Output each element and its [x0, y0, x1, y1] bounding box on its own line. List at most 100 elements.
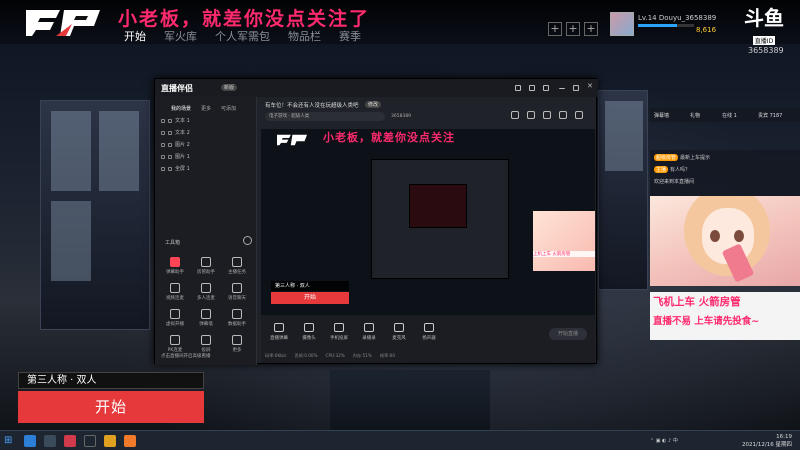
settings-icon[interactable]	[515, 85, 521, 91]
control-microphone[interactable]: 麦克风	[385, 323, 413, 341]
app-icon-red[interactable]	[64, 435, 76, 447]
link-icon[interactable]	[575, 111, 583, 119]
app-version-badge[interactable]: 新版	[221, 84, 238, 91]
game-background: 小老板，就差你没点关注了 开始 军火库 个人军需包 物品栏 赛季 + + + L…	[0, 0, 800, 430]
start-live-button[interactable]: 开始直播	[549, 328, 587, 340]
nav-season[interactable]: 赛季	[339, 28, 361, 44]
clock-date: 2021/12/16 星期四	[742, 442, 792, 448]
nav-inventory[interactable]: 物品栏	[288, 28, 321, 44]
edge-icon[interactable]	[24, 435, 36, 447]
nav-start[interactable]: 开始	[124, 28, 146, 44]
tab-danmu[interactable]: 弹幕墙	[654, 112, 669, 119]
preview-start-button: 开始	[271, 292, 349, 304]
scene-item[interactable]: 图片 2	[161, 141, 190, 148]
share-icon[interactable]	[527, 111, 535, 119]
coin-count: 8,616	[696, 26, 717, 34]
clock-time: 16:19	[776, 434, 792, 440]
maximize-icon[interactable]	[573, 85, 579, 91]
game-icon[interactable]	[84, 435, 96, 447]
preview-anime-text: 上机上车 火箭房管	[533, 251, 595, 257]
avatar	[610, 12, 634, 36]
tool-cast[interactable]: 投屏	[194, 335, 218, 353]
scene-item[interactable]: 图片 1	[161, 153, 190, 160]
tool-anchor-task[interactable]: 主播任务	[225, 257, 249, 275]
tab-gift[interactable]: 礼物	[690, 112, 700, 119]
tool-multi-link[interactable]: 多人连麦	[194, 283, 218, 301]
scene-panel: 我的场景 更多 可添加 文本 1 文本 2 图片 2 图片 1 全屏 1 工具箱…	[155, 97, 257, 365]
hud-add-button-2[interactable]: +	[566, 22, 580, 36]
level-progress	[638, 24, 694, 27]
tool-data-helper[interactable]: 数据助手	[225, 309, 249, 327]
taskbar: ⊞ ⌃ ▣ ◐ ♪ 中 16:19 2021/12/16 星期四	[0, 430, 800, 450]
tab-online[interactable]: 在线 1	[722, 112, 737, 119]
hud-add-button-3[interactable]: +	[584, 22, 598, 36]
app-titlebar: 直播伴侣 新版 ✕	[155, 79, 598, 97]
tab-vip[interactable]: 贵宾 7187	[758, 112, 782, 119]
control-danmu[interactable]: 直播弹幕	[265, 323, 293, 341]
scene-item[interactable]: 文本 1	[161, 117, 190, 124]
control-speaker[interactable]: 扬声器	[415, 323, 443, 341]
tool-more[interactable]: 更多	[225, 335, 249, 353]
clock[interactable]: 16:19 2021/12/16 星期四	[730, 433, 792, 449]
lock-icon[interactable]	[511, 111, 519, 119]
file-icon[interactable]	[44, 435, 56, 447]
preview-mode-label: 第三人称 · 双人	[271, 281, 349, 291]
control-camera[interactable]: 摄像头	[295, 323, 323, 341]
preview-nested-window-2	[409, 184, 467, 228]
room-category[interactable]: 电子游戏 · 超级人类	[265, 112, 385, 121]
tab-addable[interactable]: 可添加	[221, 105, 236, 112]
nav-armory[interactable]: 军火库	[164, 28, 197, 44]
scene-item[interactable]: 文本 2	[161, 129, 190, 136]
game-nav: 开始 军火库 个人军需包 物品栏 赛季	[124, 28, 379, 44]
tool-voice-chat[interactable]: 语音聊天	[225, 283, 249, 301]
tool-virtual-live[interactable]: 虚拟开播	[163, 309, 187, 327]
top-hud: 小老板，就差你没点关注了 开始 军火库 个人军需包 物品栏 赛季 + + + L…	[0, 0, 800, 45]
stat-fps: 帧率:60	[379, 353, 395, 358]
minimize-icon[interactable]	[559, 85, 565, 89]
stat-bitrate: 码率:0Kb/s	[265, 353, 287, 358]
player-profile[interactable]: Lv.14 Douyu_3658389 8,616	[610, 12, 724, 42]
app-icon-yellow[interactable]	[104, 435, 116, 447]
camera-icon[interactable]	[543, 111, 551, 119]
game-mode-label[interactable]: 第三人称 · 双人	[18, 372, 204, 389]
control-phone-cast[interactable]: 手机投屏	[325, 323, 353, 341]
chat-message: 超级房管 最新上车提示	[654, 154, 711, 161]
game-start-button[interactable]: 开始	[18, 391, 204, 423]
tool-video-link[interactable]: 视频连麦	[163, 283, 187, 301]
tool-danmu-helper[interactable]: 弹幕助手	[163, 257, 187, 275]
stat-drop: 丢帧:0.00%	[294, 353, 318, 358]
anime-girl-image	[650, 196, 800, 286]
scene-item[interactable]: 全屏 1	[161, 165, 190, 172]
menu-icon[interactable]	[543, 85, 549, 91]
tool-danmu-wall[interactable]: 弹幕墙	[194, 309, 218, 327]
chat-tabs: 弹幕墙 礼物 在线 1 贵宾 7187	[650, 108, 800, 122]
tab-more[interactable]: 更多	[201, 105, 211, 112]
stat-memory: 内存:51%	[352, 353, 372, 358]
slogan-line-1: 飞机上车 火箭房管	[653, 296, 741, 308]
slogan-line-2: 直播不易 上车请先投食~	[653, 316, 760, 327]
chat-message: 欢迎来到本直播间	[654, 179, 695, 185]
slogan-panel: 飞机上车 火箭房管 直播不易 上车请先投食~	[650, 292, 800, 340]
skin-icon[interactable]	[529, 85, 535, 91]
bg-window-right	[598, 90, 648, 290]
tab-my-scenes[interactable]: 我的场景	[171, 105, 191, 112]
tool-pk-link[interactable]: PK连麦	[163, 335, 187, 353]
tool-room-admin[interactable]: 房管助手	[194, 257, 218, 275]
nav-supply[interactable]: 个人军需包	[215, 28, 270, 44]
bell-icon[interactable]	[559, 111, 567, 119]
room-id-watermark: 3658389	[748, 46, 784, 55]
douyu-icon[interactable]	[124, 435, 136, 447]
system-tray[interactable]: ⌃ ▣ ◐ ♪ 中	[650, 437, 678, 444]
close-icon[interactable]: ✕	[587, 82, 593, 90]
room-title-edit[interactable]: 修改	[365, 101, 382, 108]
stream-preview[interactable]: 小老板，就差你没点关注 上机上车 火箭房管 第三人称 · 双人 开始	[261, 129, 595, 315]
hud-add-button-1[interactable]: +	[548, 22, 562, 36]
room-id: 3658389	[391, 114, 412, 119]
bottom-note[interactable]: 点击直播间开启高级看播	[161, 353, 211, 359]
bg-window-left	[40, 100, 150, 330]
toolbox-settings-icon[interactable]	[243, 236, 252, 245]
room-title: 有车位！不会还有人没在玩超级人类吧	[265, 103, 359, 109]
control-record[interactable]: 录播录	[355, 323, 383, 341]
app-logo: 直播伴侣	[161, 84, 193, 93]
windows-start-icon[interactable]: ⊞	[4, 435, 16, 447]
